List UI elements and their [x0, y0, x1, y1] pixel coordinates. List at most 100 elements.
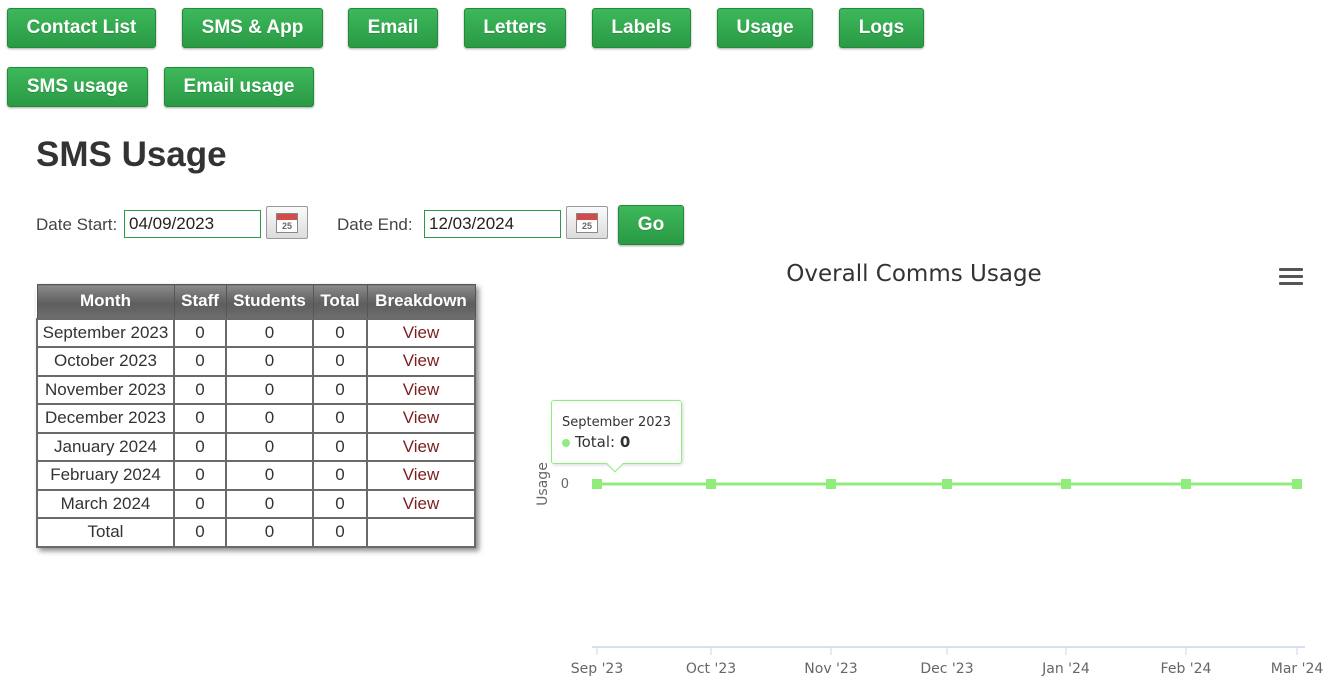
view-link[interactable]: View — [403, 408, 440, 427]
total-cell: 0 — [312, 517, 368, 548]
data-point-marker[interactable] — [1181, 479, 1191, 489]
breakdown-cell: View — [366, 317, 476, 348]
y-axis-label: Usage — [535, 462, 551, 506]
x-tick-label: Jan '24 — [1041, 661, 1090, 677]
month-cell: January 2024 — [36, 431, 175, 462]
nav-letters-button[interactable]: Letters — [464, 8, 566, 48]
x-tick-label: Feb '24 — [1161, 661, 1212, 677]
y-tick-label: 0 — [561, 477, 569, 492]
x-tick-label: Dec '23 — [920, 661, 973, 677]
calendar-icon: 25 — [576, 212, 598, 233]
staff-cell: 0 — [173, 346, 227, 377]
data-point-marker[interactable] — [1292, 479, 1302, 489]
students-cell: 0 — [225, 374, 314, 405]
nav-email-button[interactable]: Email — [348, 8, 438, 48]
view-link[interactable]: View — [403, 465, 440, 484]
x-tick-label: Nov '23 — [804, 661, 857, 677]
table-header-row: Month Staff Students Total Breakdown — [36, 284, 476, 319]
data-point-marker[interactable] — [706, 479, 716, 489]
nav-logs-button[interactable]: Logs — [839, 8, 924, 48]
table-row: December 2023 0 0 0 View — [36, 403, 476, 434]
nav-contact-list-button[interactable]: Contact List — [7, 8, 156, 48]
staff-cell: 0 — [173, 317, 227, 348]
view-link[interactable]: View — [403, 494, 440, 513]
email-usage-button[interactable]: Email usage — [164, 67, 314, 107]
month-cell: February 2024 — [36, 460, 175, 491]
total-cell: 0 — [312, 431, 368, 462]
total-cell: 0 — [312, 460, 368, 491]
staff-cell: 0 — [173, 403, 227, 434]
nav-sms-app-button[interactable]: SMS & App — [182, 8, 323, 48]
date-end-calendar-button[interactable]: 25 — [566, 206, 608, 239]
view-link[interactable]: View — [403, 351, 440, 370]
chart-title: Overall Comms Usage — [786, 261, 1041, 287]
month-cell: December 2023 — [36, 403, 175, 434]
students-cell: 0 — [225, 517, 314, 548]
staff-cell: 0 — [173, 460, 227, 491]
date-start-calendar-button[interactable]: 25 — [266, 206, 308, 239]
tooltip-series-name: Total — [575, 433, 611, 451]
breakdown-cell: View — [366, 403, 476, 434]
month-cell: October 2023 — [36, 346, 175, 377]
data-point-marker[interactable] — [942, 479, 952, 489]
column-header-students: Students — [225, 284, 314, 319]
total-cell: 0 — [312, 374, 368, 405]
data-point-marker[interactable] — [826, 479, 836, 489]
table-total-row: Total 0 0 0 — [36, 517, 476, 548]
table-row: October 2023 0 0 0 View — [36, 346, 476, 377]
staff-cell: 0 — [173, 374, 227, 405]
breakdown-cell: View — [366, 374, 476, 405]
date-start-label: Date Start: — [36, 215, 118, 234]
students-cell: 0 — [225, 403, 314, 434]
breakdown-cell: View — [366, 460, 476, 491]
x-tick-label: Sep '23 — [571, 661, 624, 677]
column-header-total: Total — [312, 284, 368, 319]
staff-cell: 0 — [173, 517, 227, 548]
view-link[interactable]: View — [403, 380, 440, 399]
month-cell: March 2024 — [36, 488, 175, 519]
sms-usage-button[interactable]: SMS usage — [7, 67, 148, 107]
data-point-marker[interactable] — [1061, 479, 1071, 489]
breakdown-cell — [366, 517, 476, 548]
tooltip-line: Total: 0 — [562, 433, 630, 451]
date-end-label: Date End: — [337, 215, 413, 234]
tooltip-title: September 2023 — [562, 415, 672, 430]
breakdown-cell: View — [366, 488, 476, 519]
total-cell: 0 — [312, 403, 368, 434]
total-cell: 0 — [312, 317, 368, 348]
total-cell: 0 — [312, 488, 368, 519]
column-header-breakdown: Breakdown — [366, 284, 476, 319]
date-end-input[interactable] — [424, 210, 561, 238]
column-header-staff: Staff — [173, 284, 227, 319]
students-cell: 0 — [225, 346, 314, 377]
chart-menu-icon[interactable] — [1279, 268, 1303, 288]
view-link[interactable]: View — [403, 437, 440, 456]
students-cell: 0 — [225, 431, 314, 462]
students-cell: 0 — [225, 317, 314, 348]
nav-labels-button[interactable]: Labels — [592, 8, 691, 48]
students-cell: 0 — [225, 488, 314, 519]
x-tick-label: Mar '24 — [1271, 661, 1324, 677]
data-point-marker[interactable] — [592, 479, 602, 489]
column-header-month: Month — [36, 284, 175, 319]
usage-table: Month Staff Students Total Breakdown Sep… — [36, 284, 476, 548]
tooltip-value: 0 — [619, 433, 631, 451]
students-cell: 0 — [225, 460, 314, 491]
staff-cell: 0 — [173, 488, 227, 519]
series-dot-icon — [562, 438, 570, 447]
calendar-icon: 25 — [276, 212, 298, 233]
staff-cell: 0 — [173, 431, 227, 462]
date-start-input[interactable] — [124, 210, 261, 238]
table-row: March 2024 0 0 0 View — [36, 488, 476, 519]
chart-tooltip: September 2023 Total: 0 — [551, 400, 682, 473]
go-button[interactable]: Go — [618, 205, 684, 245]
view-link[interactable]: View — [403, 323, 440, 342]
total-cell: 0 — [312, 346, 368, 377]
x-tick-label: Oct '23 — [686, 661, 736, 677]
month-cell: Total — [36, 517, 175, 548]
table-row: February 2024 0 0 0 View — [36, 460, 476, 491]
tooltip-tail — [606, 455, 624, 473]
page-title: SMS Usage — [36, 135, 227, 174]
table-row: November 2023 0 0 0 View — [36, 374, 476, 405]
nav-usage-button[interactable]: Usage — [717, 8, 813, 48]
